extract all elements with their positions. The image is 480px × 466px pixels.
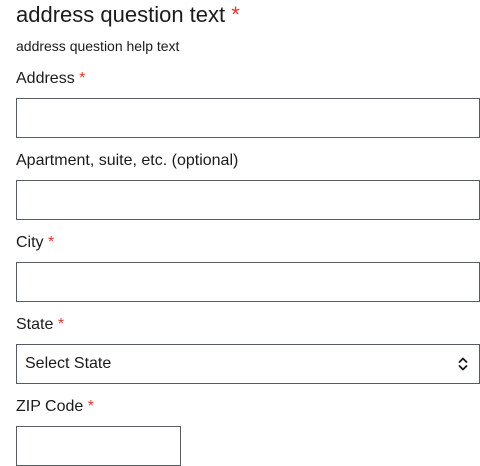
question-title-text: address question text — [16, 2, 226, 27]
state-select-value: Select State — [25, 355, 112, 372]
address-label-text: Address — [16, 70, 75, 87]
question-help-text: address question help text — [16, 38, 180, 54]
zip-label: ZIP Code * — [16, 396, 94, 418]
question-title: address question text * — [16, 0, 240, 31]
state-required-indicator: * — [57, 316, 65, 333]
zip-input[interactable] — [16, 426, 181, 466]
address-label: Address * — [16, 68, 85, 90]
city-input[interactable] — [16, 262, 480, 302]
required-indicator: * — [231, 2, 240, 27]
address-input[interactable] — [16, 98, 480, 138]
zip-label-text: ZIP Code — [16, 398, 84, 415]
state-select[interactable]: Select State — [16, 344, 480, 384]
address-question: address question text * address question… — [0, 0, 480, 466]
state-label: State * — [16, 314, 64, 336]
chevron-up-down-icon — [458, 357, 468, 371]
city-label-text: City — [16, 234, 44, 251]
apartment-label: Apartment, suite, etc. (optional) — [16, 152, 239, 169]
apartment-input[interactable] — [16, 180, 480, 220]
state-label-text: State — [16, 316, 54, 333]
zip-required-indicator: * — [87, 398, 94, 415]
city-required-indicator: * — [48, 234, 55, 251]
address-required-indicator: * — [79, 70, 86, 87]
city-label: City * — [16, 232, 54, 254]
